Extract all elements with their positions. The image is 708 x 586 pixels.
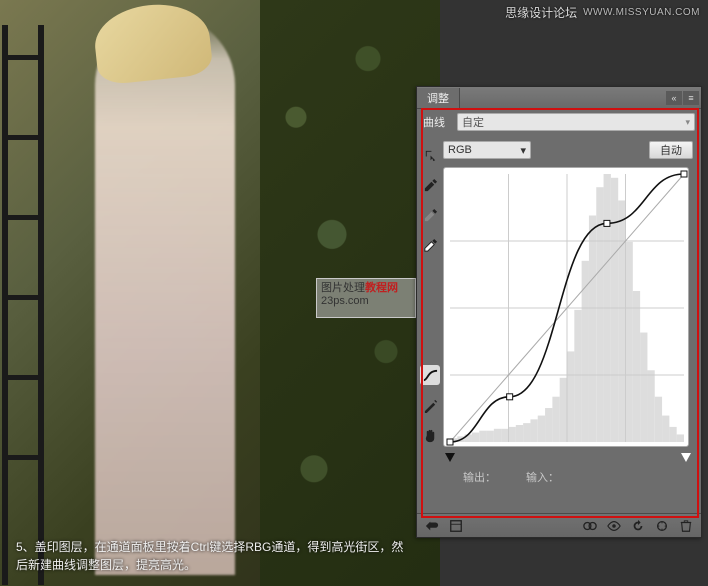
white-point-slider[interactable] bbox=[681, 453, 691, 462]
expand-view-icon[interactable] bbox=[447, 517, 465, 535]
curves-graph[interactable] bbox=[443, 167, 689, 447]
previous-state-icon[interactable] bbox=[629, 517, 647, 535]
center-watermark: 图片处理教程网 23ps.com bbox=[316, 278, 416, 318]
panel-footer bbox=[417, 513, 701, 537]
hand-tool[interactable] bbox=[420, 425, 440, 445]
panel-tabbar: 调整 « ≡ bbox=[417, 87, 701, 109]
visibility-eye-icon[interactable] bbox=[605, 517, 623, 535]
output-label: 输出： bbox=[463, 469, 496, 485]
input-slider[interactable] bbox=[443, 449, 693, 465]
black-point-eyedropper[interactable] bbox=[420, 175, 440, 195]
top-watermark: 思缘设计论坛 WWW.MISSYUAN.COM bbox=[505, 4, 700, 21]
trash-icon[interactable] bbox=[677, 517, 695, 535]
panel-collapse-button[interactable]: « bbox=[666, 91, 682, 105]
tab-adjustments[interactable]: 调整 bbox=[417, 88, 460, 108]
white-point-eyedropper[interactable] bbox=[420, 235, 440, 255]
target-adjust-tool[interactable] bbox=[420, 145, 440, 165]
black-point-slider[interactable] bbox=[445, 453, 455, 462]
adjustments-panel: 调整 « ≡ 曲线 自定 ▾ bbox=[416, 86, 702, 538]
draw-curve-tool[interactable] bbox=[420, 395, 440, 415]
curves-tool-column bbox=[417, 109, 443, 513]
watermark-site-cn: 思缘设计论坛 bbox=[505, 4, 577, 21]
auto-button[interactable]: 自动 bbox=[649, 141, 693, 159]
reset-icon[interactable] bbox=[653, 517, 671, 535]
return-arrow-icon[interactable] bbox=[423, 517, 441, 535]
point-curve-tool[interactable] bbox=[420, 365, 440, 385]
channel-dropdown[interactable]: RGB ▾ bbox=[443, 141, 531, 159]
input-label: 输入： bbox=[526, 469, 559, 485]
chevron-down-icon: ▾ bbox=[520, 144, 526, 157]
panel-menu-button[interactable]: ≡ bbox=[683, 91, 699, 105]
gray-point-eyedropper[interactable] bbox=[420, 205, 440, 225]
watermark-site-url: WWW.MISSYUAN.COM bbox=[583, 7, 700, 18]
step-caption: 5、盖印图层，在通道面板里按着Ctrl键选择RBG通道，得到高光街区，然后新建曲… bbox=[16, 538, 408, 574]
ladder bbox=[0, 25, 52, 585]
clip-to-layer-icon[interactable] bbox=[581, 517, 599, 535]
